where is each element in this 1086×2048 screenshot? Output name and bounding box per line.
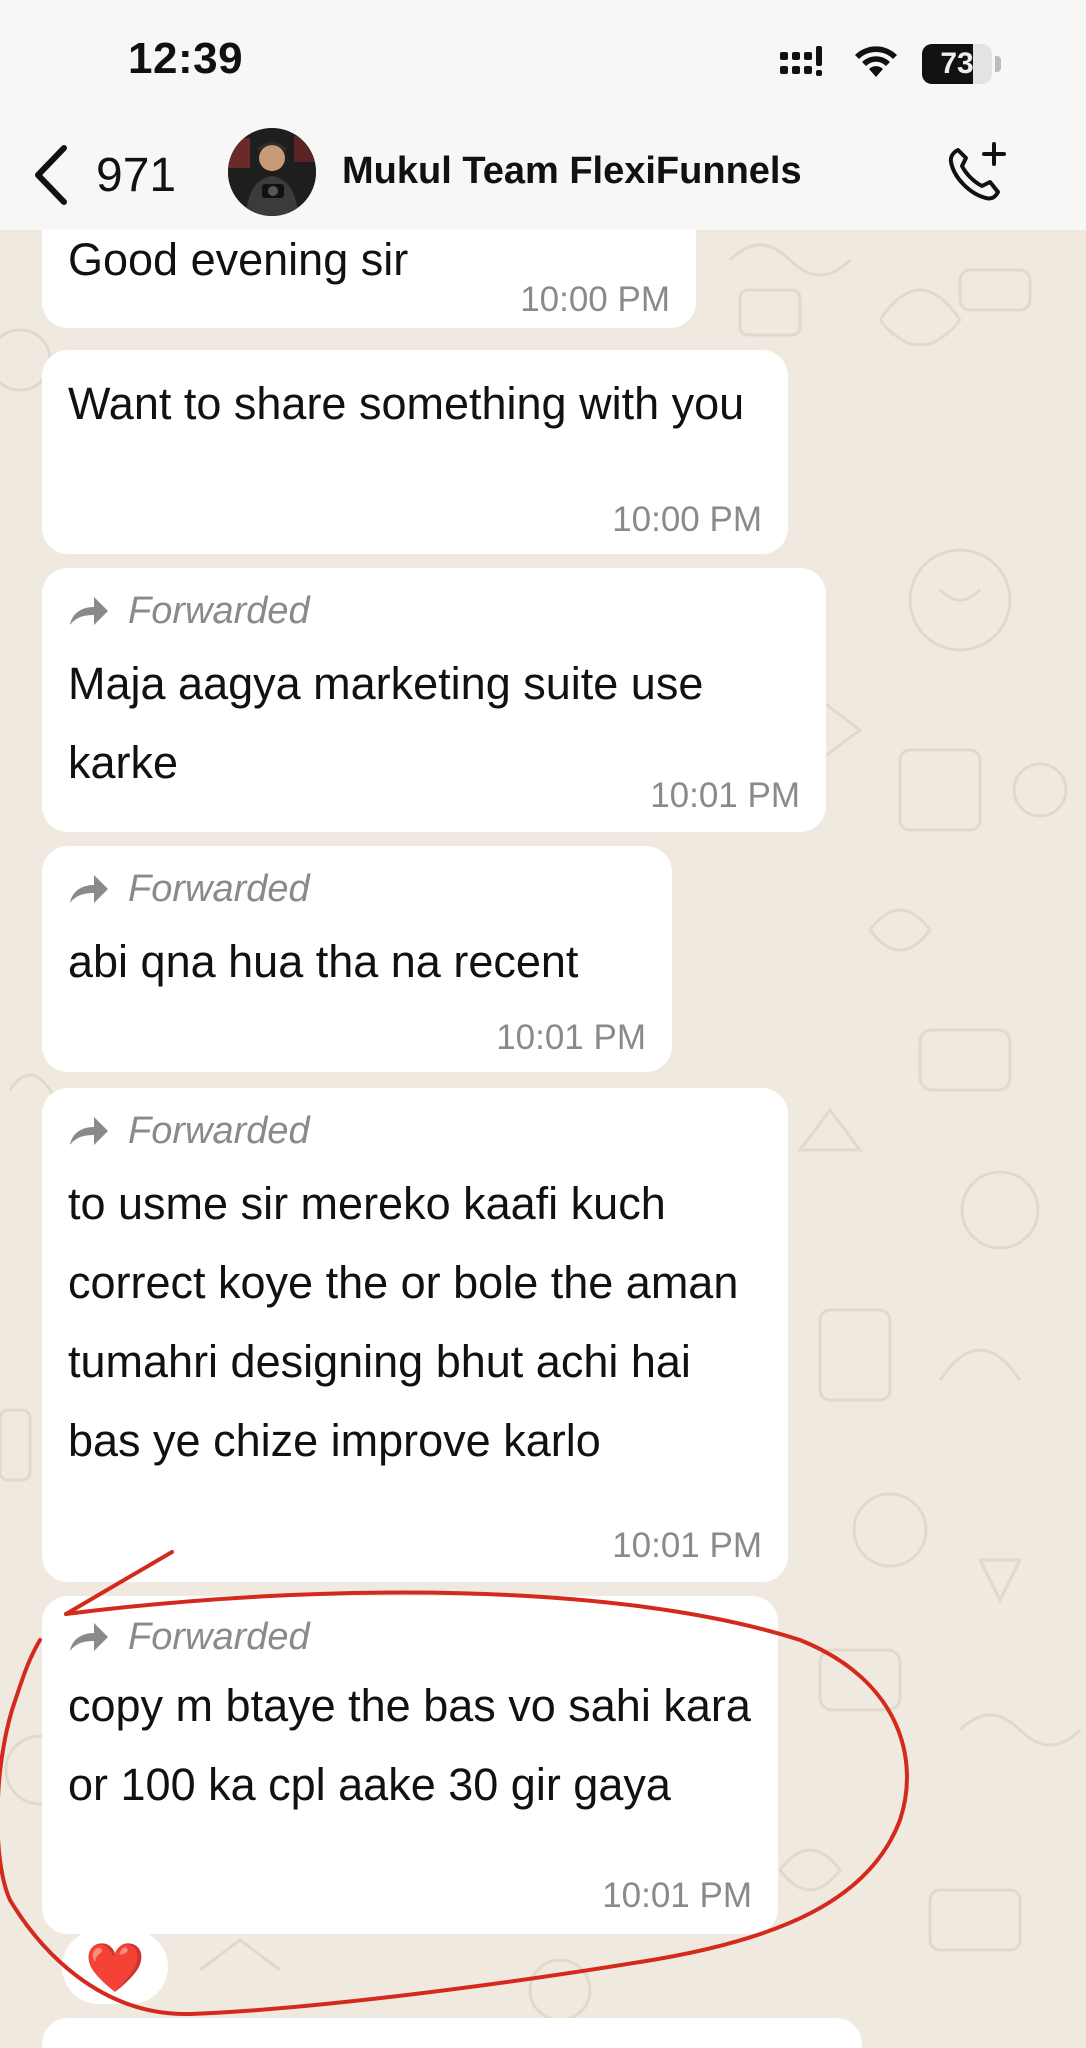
message-time: 10:01 PM bbox=[602, 1876, 752, 1915]
message-bubble[interactable]: Forwarded Maja aagya marketing suite use… bbox=[42, 568, 826, 832]
battery-level: 73 bbox=[940, 47, 974, 80]
message-bubble[interactable]: Forwarded abi qna hua tha na recent 10:0… bbox=[42, 846, 672, 1072]
forwarded-label: Forwarded bbox=[68, 1616, 310, 1659]
forwarded-text: Forwarded bbox=[128, 590, 310, 632]
next-message-bubble[interactable] bbox=[42, 2018, 862, 2048]
message-text: Want to share something with you bbox=[68, 378, 745, 429]
message-time: 10:01 PM bbox=[496, 1018, 646, 1057]
message-text: Good evening sir bbox=[68, 234, 409, 285]
message-time: 10:00 PM bbox=[612, 500, 762, 539]
message-text: abi qna hua tha na recent bbox=[68, 936, 579, 987]
forwarded-text: Forwarded bbox=[128, 1110, 310, 1152]
forwarded-label: Forwarded bbox=[68, 868, 310, 911]
message-bubble[interactable]: Good evening sir 10:00 PM bbox=[42, 230, 696, 328]
forward-arrow-icon bbox=[70, 1116, 108, 1145]
unread-count: 971 bbox=[96, 148, 177, 202]
avatar[interactable] bbox=[228, 128, 316, 216]
add-call-icon[interactable] bbox=[944, 140, 1010, 206]
heart-reaction[interactable]: ❤️ bbox=[62, 1930, 168, 2004]
message-text: copy m btaye the bas vo sahi kara or 100… bbox=[68, 1680, 751, 1810]
signal-icon bbox=[780, 46, 822, 76]
forwarded-text: Forwarded bbox=[128, 1616, 310, 1658]
forwarded-label: Forwarded bbox=[68, 1110, 310, 1153]
forwarded-text: Forwarded bbox=[128, 868, 310, 910]
message-time: 10:00 PM bbox=[520, 280, 670, 319]
avatar-image bbox=[228, 128, 316, 216]
forward-arrow-icon bbox=[70, 596, 108, 625]
message-time: 10:01 PM bbox=[612, 1526, 762, 1565]
heart-icon: ❤️ bbox=[85, 1941, 145, 1995]
forwarded-label: Forwarded bbox=[68, 590, 310, 633]
battery-icon: 73 bbox=[922, 44, 1002, 84]
back-button[interactable]: 971 bbox=[32, 140, 176, 210]
message-text: to usme sir mereko kaafi kuch correct ko… bbox=[68, 1178, 739, 1466]
wifi-icon bbox=[855, 46, 897, 77]
message-bubble[interactable]: Forwarded copy m btaye the bas vo sahi k… bbox=[42, 1596, 778, 1934]
forward-arrow-icon bbox=[70, 874, 108, 903]
message-bubble[interactable]: Want to share something with you 10:00 P… bbox=[42, 350, 788, 554]
chevron-left-icon bbox=[35, 145, 67, 205]
message-bubble[interactable]: Forwarded to usme sir mereko kaafi kuch … bbox=[42, 1088, 788, 1582]
chat-area[interactable]: Good evening sir 10:00 PM Want to share … bbox=[0, 230, 1086, 2048]
top-bar: 12:39 73 971 Mukul Team FlexiFunnels bbox=[0, 0, 1086, 230]
chat-title[interactable]: Mukul Team FlexiFunnels bbox=[342, 150, 802, 193]
message-time: 10:01 PM bbox=[650, 776, 800, 815]
status-time: 12:39 bbox=[128, 34, 244, 83]
forward-arrow-icon bbox=[70, 1622, 108, 1651]
